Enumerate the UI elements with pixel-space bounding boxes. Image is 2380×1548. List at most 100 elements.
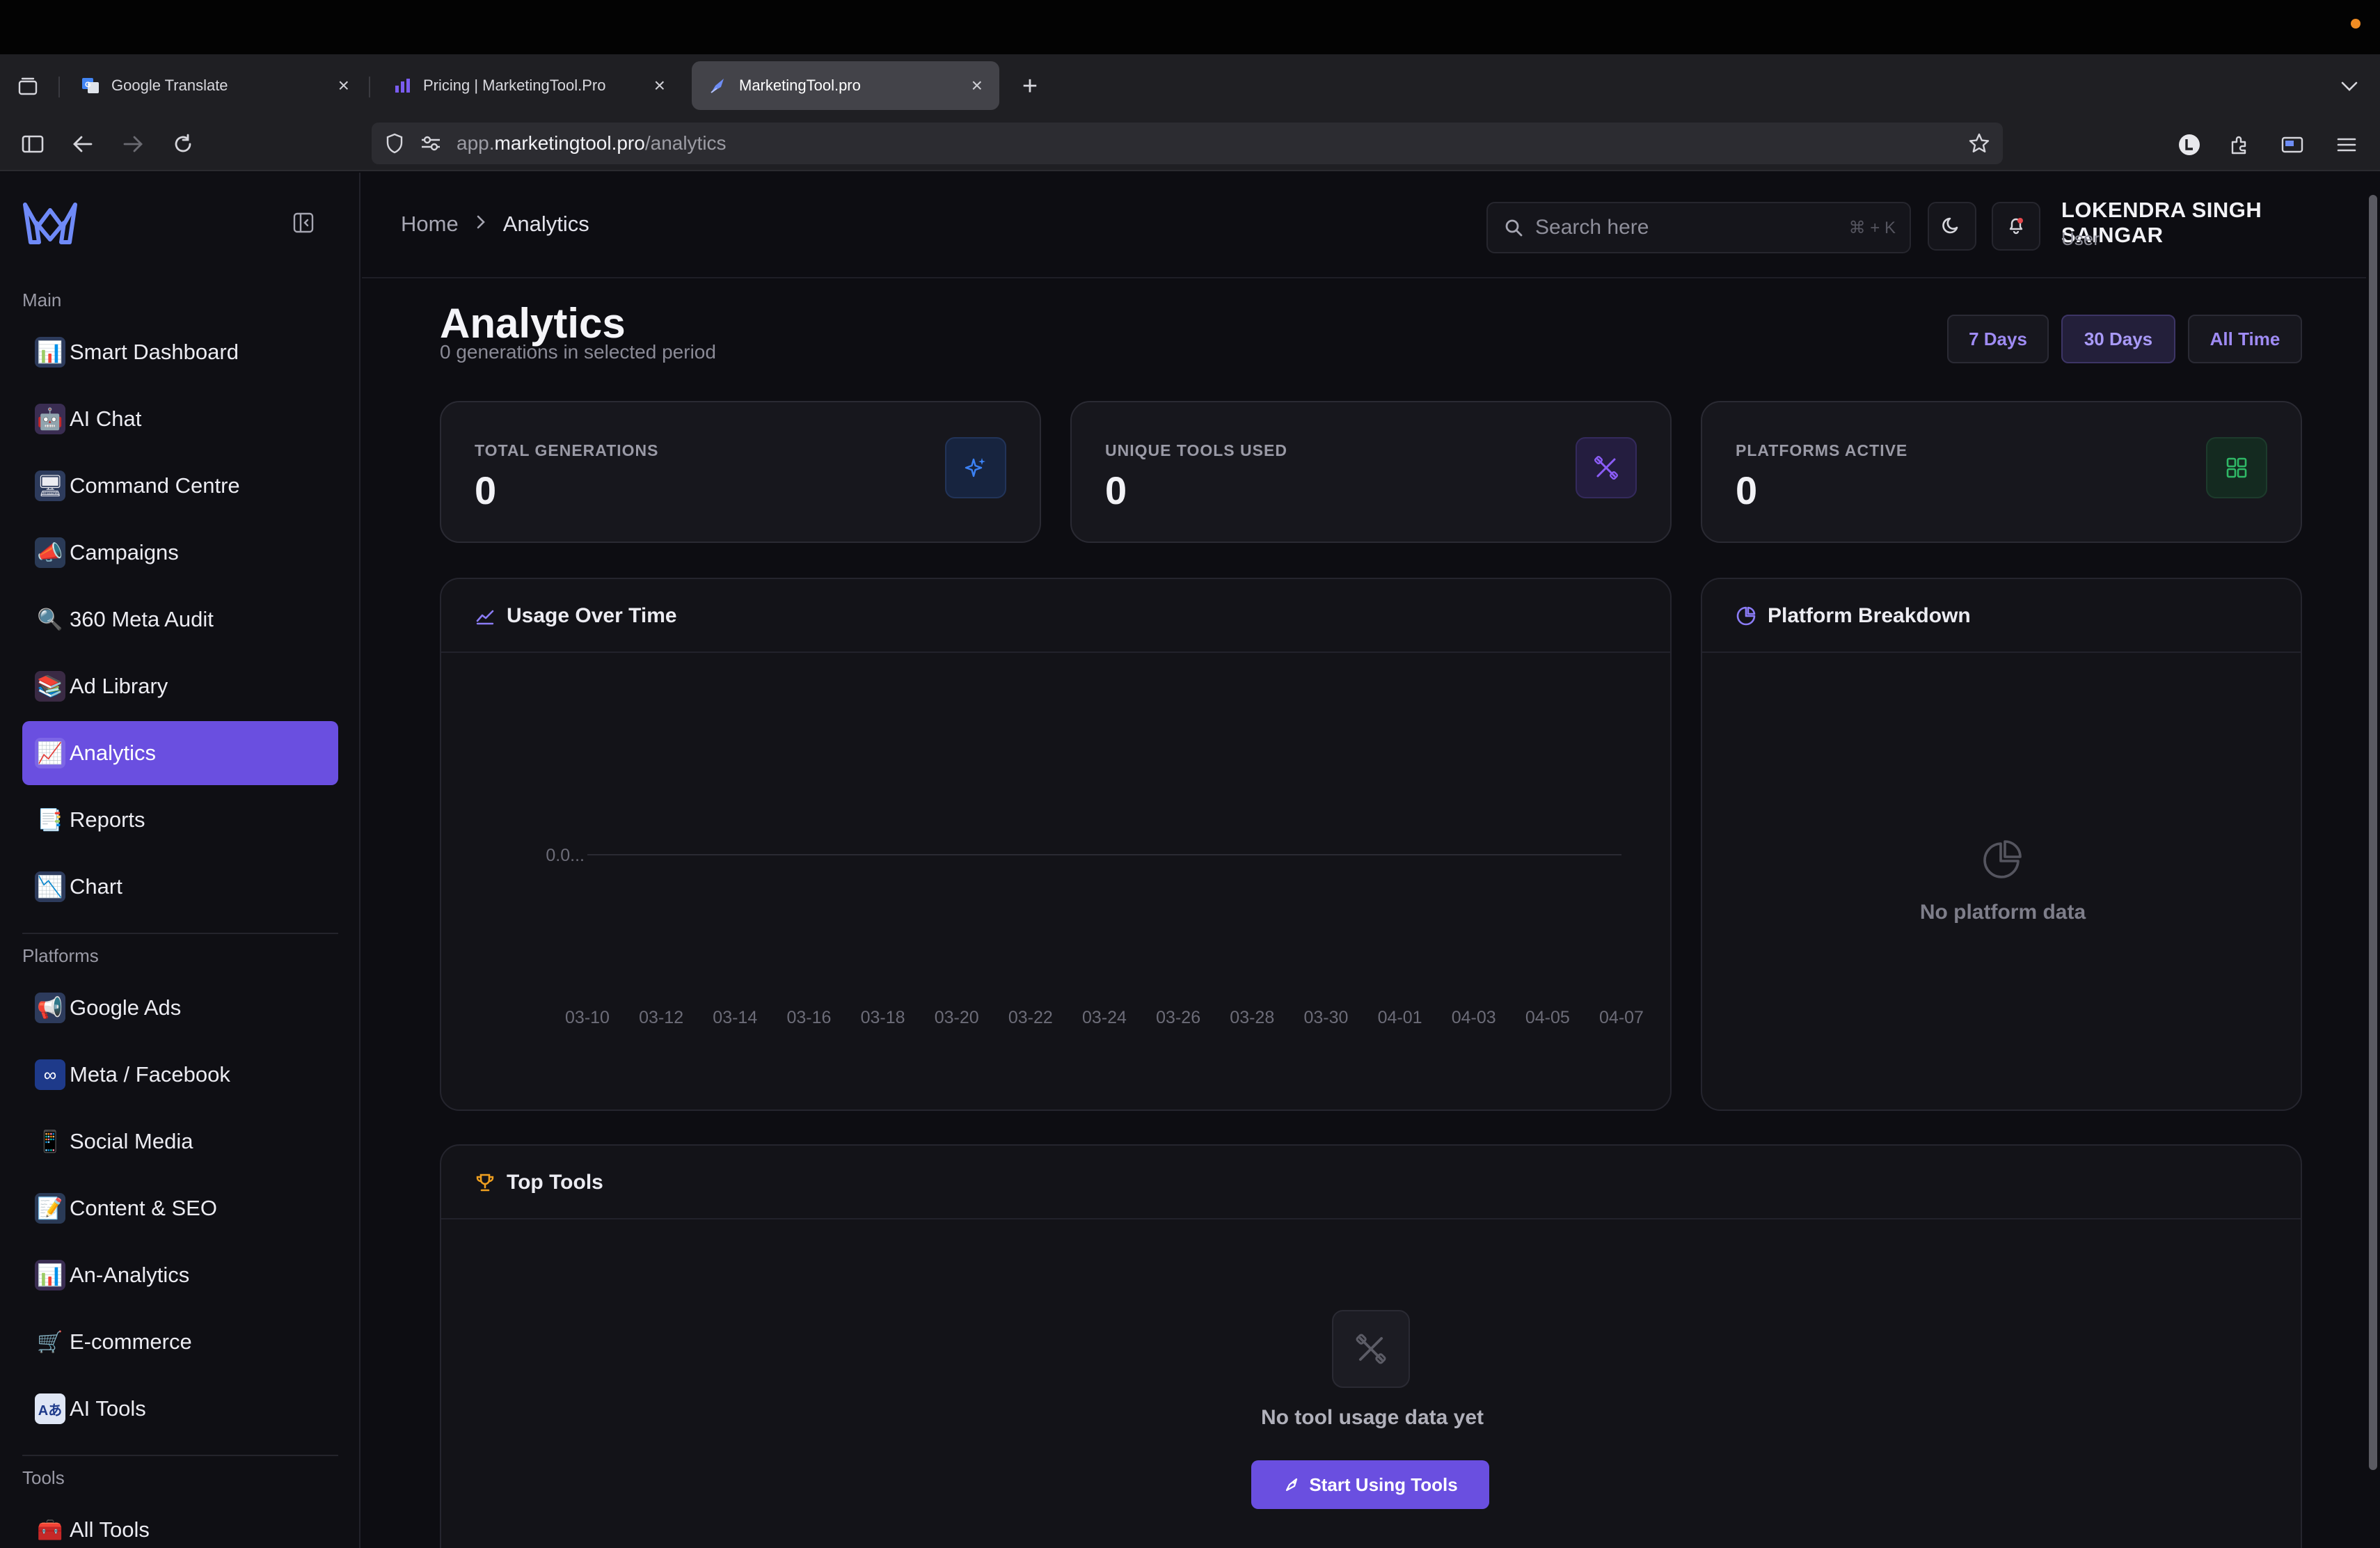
stat-label: PLATFORMS ACTIVE xyxy=(1736,441,1908,459)
x-tick-label: 03-22 xyxy=(1008,1008,1053,1027)
sidebar-item-google-ads[interactable]: 📢 Google Ads xyxy=(22,976,338,1040)
new-tab-icon[interactable]: + xyxy=(1016,72,1044,101)
theme-toggle-button[interactable] xyxy=(1928,202,1976,251)
sidebar: Main 📊 Smart Dashboard 🤖 AI Chat 🖥 Comma… xyxy=(0,173,360,1548)
search-input[interactable]: Search here ⌘ + K xyxy=(1486,202,1911,253)
rocket-icon xyxy=(708,76,728,95)
bookmark-star-icon[interactable] xyxy=(1967,131,1992,156)
rocket-icon xyxy=(1283,1475,1302,1494)
account-icon[interactable] xyxy=(2175,131,2203,159)
app-logo-icon[interactable] xyxy=(21,199,79,246)
cta-label: Start Using Tools xyxy=(1309,1474,1458,1495)
sidebar-item-an-analytics[interactable]: 📊 An-Analytics xyxy=(22,1243,338,1307)
tab-marketingtool[interactable]: MarketingTool.pro × xyxy=(692,61,999,110)
sidebar-item-content-seo[interactable]: 📝 Content & SEO xyxy=(22,1176,338,1240)
sidebar-item-campaigns[interactable]: 📣 Campaigns xyxy=(22,521,338,585)
url-host: marketingtool.pro xyxy=(494,132,645,154)
collapse-sidebar-icon[interactable] xyxy=(288,207,319,238)
ai-tools-emoji-icon: Aあ xyxy=(35,1393,65,1424)
sidebar-item-social-media[interactable]: 📱 Social Media xyxy=(22,1109,338,1174)
extensions-icon[interactable] xyxy=(2226,131,2253,159)
svg-text:G: G xyxy=(85,81,91,89)
user-name[interactable]: LOKENDRA SINGH SAINGAR xyxy=(2061,198,2366,248)
sidebar-item-meta-facebook[interactable]: ∞ Meta / Facebook xyxy=(22,1043,338,1107)
tab-google-translate[interactable]: G Google Translate × xyxy=(64,61,366,110)
x-tick-label: 04-07 xyxy=(1599,1008,1644,1027)
stat-value: 0 xyxy=(475,468,497,512)
sidebar-item-analytics[interactable]: 📈 Analytics xyxy=(22,721,338,785)
panel-header: Top Tools xyxy=(441,1146,2301,1219)
back-arrow-icon[interactable] xyxy=(68,129,97,159)
sidebar-item-command-centre[interactable]: 🖥 Command Centre xyxy=(22,454,338,518)
close-tab-icon[interactable]: × xyxy=(654,74,665,97)
dashboard-emoji-icon: 📊 xyxy=(35,337,65,368)
stat-card-total-generations: TOTAL GENERATIONS 0 xyxy=(440,401,1041,543)
tab-list-chevron-icon[interactable] xyxy=(2335,72,2363,100)
reader-card-icon[interactable] xyxy=(2278,131,2306,159)
forward-arrow-icon[interactable] xyxy=(118,129,148,159)
page-scrollbar[interactable] xyxy=(2366,173,2380,1548)
breadcrumb-current: Analytics xyxy=(502,212,589,236)
tools-icon xyxy=(1576,437,1637,498)
shield-icon[interactable] xyxy=(383,132,406,155)
url-path: /analytics xyxy=(644,132,727,154)
stat-card-unique-tools-used: UNIQUE TOOLS USED 0 xyxy=(1070,401,1672,543)
browser-toolbar: app. marketingtool.pro /analytics xyxy=(0,117,2380,171)
panel-header: Platform Breakdown xyxy=(1702,579,2301,653)
search-icon xyxy=(1502,216,1525,239)
sidebar-item-all-tools[interactable]: 🧰 All Tools xyxy=(22,1498,338,1548)
sidebar-section-main: Main xyxy=(22,290,62,310)
site-settings-icon[interactable] xyxy=(419,132,443,155)
library-emoji-icon: 📚 xyxy=(35,671,65,702)
sidebar-item-ad-library[interactable]: 📚 Ad Library xyxy=(22,654,338,718)
tab-overview-icon[interactable] xyxy=(14,72,42,100)
sidebar-item-label: Ad Library xyxy=(70,674,168,698)
sidebar-item-reports[interactable]: 📑 Reports xyxy=(22,788,338,852)
sidebar-item-label: Smart Dashboard xyxy=(70,340,239,364)
chart-icon xyxy=(392,76,412,95)
period-7-days-button[interactable]: 7 Days xyxy=(1947,315,2049,363)
sidebar-toggle-icon[interactable] xyxy=(18,129,47,159)
app-header: Home Analytics Search here ⌘ + K LOKENDR… xyxy=(362,173,2366,278)
panel-title: Platform Breakdown xyxy=(1768,604,1971,627)
sidebar-item-chart[interactable]: 📉 Chart xyxy=(22,855,338,919)
stat-label: UNIQUE TOOLS USED xyxy=(1105,441,1287,459)
sidebar-item-ai-tools[interactable]: Aあ AI Tools xyxy=(22,1377,338,1441)
scrollbar-thumb[interactable] xyxy=(2369,195,2377,1470)
y-tick-label: 0.0... xyxy=(546,846,585,865)
tab-pricing[interactable]: Pricing | MarketingTool.Pro × xyxy=(376,61,682,110)
usage-line-chart: 0.0... 03-10 03-12 03-14 03-16 03-18 03-20 03-2… xyxy=(546,846,1644,1027)
notifications-button[interactable] xyxy=(1992,202,2040,251)
sidebar-item-label: AI Tools xyxy=(70,1396,146,1421)
breadcrumb-home[interactable]: Home xyxy=(401,212,459,237)
reload-icon[interactable] xyxy=(168,129,198,159)
meta-infinity-icon: ∞ xyxy=(35,1059,65,1090)
sidebar-item-label: Social Media xyxy=(70,1129,193,1153)
period-all-time-button[interactable]: All Time xyxy=(2188,315,2302,363)
close-tab-icon[interactable]: × xyxy=(338,74,349,97)
close-tab-icon[interactable]: × xyxy=(971,74,983,97)
sidebar-item-label: Chart xyxy=(70,874,122,899)
sidebar-item-smart-dashboard[interactable]: 📊 Smart Dashboard xyxy=(22,320,338,384)
address-bar[interactable]: app. marketingtool.pro /analytics xyxy=(372,123,2003,164)
sidebar-item-label: Campaigns xyxy=(70,540,179,564)
sparkles-icon xyxy=(945,437,1006,498)
menu-hamburger-icon[interactable] xyxy=(2333,131,2361,159)
x-tick-label: 03-12 xyxy=(639,1008,683,1027)
page-subtitle: 0 generations in selected period xyxy=(440,341,716,363)
stat-value: 0 xyxy=(1105,468,1127,512)
sidebar-item-360-meta-audit[interactable]: 🔍 360 Meta Audit xyxy=(22,587,338,651)
x-tick-label: 03-20 xyxy=(935,1008,979,1027)
start-using-tools-button[interactable]: Start Using Tools xyxy=(1251,1460,1489,1509)
sidebar-item-label: Content & SEO xyxy=(70,1196,217,1220)
period-30-days-button[interactable]: 30 Days xyxy=(2061,315,2175,363)
sidebar-item-label: 360 Meta Audit xyxy=(70,607,214,631)
panel-title: Top Tools xyxy=(507,1171,603,1194)
sidebar-item-ecommerce[interactable]: 🛒 E-commerce xyxy=(22,1310,338,1374)
sidebar-item-label: Analytics xyxy=(70,741,157,765)
sidebar-item-label: Google Ads xyxy=(70,995,182,1020)
audit-emoji-icon: 🔍 xyxy=(37,608,63,631)
sidebar-item-ai-chat[interactable]: 🤖 AI Chat xyxy=(22,387,338,451)
moon-icon xyxy=(1942,214,1962,239)
google-ads-emoji-icon: 📢 xyxy=(35,993,65,1023)
